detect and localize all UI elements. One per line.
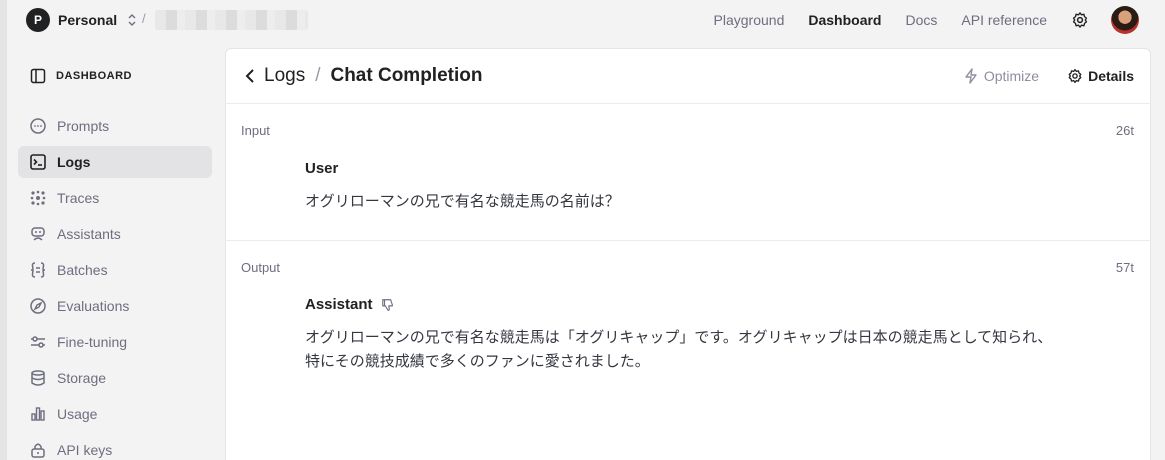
sidebar-item-prompts[interactable]: Prompts <box>18 110 212 142</box>
user-message: オグリローマンの兄で有名な競走馬の名前は？ <box>305 192 620 210</box>
sidebar-item-usage[interactable]: Usage <box>18 398 212 430</box>
compass-icon <box>30 298 46 314</box>
gear-icon <box>1068 69 1082 83</box>
optimize-label: Optimize <box>983 68 1040 84</box>
braces-icon <box>30 262 46 278</box>
breadcrumb-separator: / <box>142 11 146 26</box>
sidebar-item-label: Prompts <box>57 118 110 134</box>
header-actions: Optimize Details <box>963 68 1134 84</box>
details-label: Details <box>1088 68 1134 84</box>
sidebar-item-label: Storage <box>57 370 107 386</box>
user-role-label: User <box>305 160 338 177</box>
breadcrumb-separator: / <box>315 65 321 86</box>
role-name: User <box>305 160 339 177</box>
sidebar-item-label: Traces <box>57 190 100 206</box>
top-nav: Playground Dashboard Docs API reference <box>714 0 1165 40</box>
output-label: Output <box>241 260 281 275</box>
optimize-button[interactable]: Optimize <box>963 68 1039 84</box>
page-title: Chat Completion <box>330 65 483 86</box>
sidebar-item-label: Batches <box>57 262 108 278</box>
sidebar-item-label: Assistants <box>57 226 121 242</box>
lock-icon <box>31 443 45 458</box>
back-to-logs-link[interactable]: Logs <box>264 65 305 87</box>
thumbs-down-icon[interactable] <box>381 298 395 312</box>
nav-api-reference[interactable]: API reference <box>961 12 1047 28</box>
sidebar-item-evaluations[interactable]: Evaluations <box>18 290 212 322</box>
input-section: Input 26t User オグリローマンの兄で有名な競走馬の名前は？ <box>226 104 1150 241</box>
sidebar-item-label: Logs <box>57 154 91 170</box>
org-name: Personal <box>58 12 118 28</box>
window-edge <box>0 0 7 460</box>
sidebar-item-storage[interactable]: Storage <box>18 362 212 394</box>
traces-icon <box>30 190 46 206</box>
sidebar-item-fine-tuning[interactable]: Fine-tuning <box>18 326 212 358</box>
database-icon <box>31 370 45 386</box>
log-detail-panel: Logs / Chat Completion Optimize Details … <box>225 48 1151 460</box>
gear-icon[interactable] <box>1071 11 1089 29</box>
project-name-redacted[interactable] <box>155 10 308 30</box>
sidebar-item-label: Fine-tuning <box>57 334 128 350</box>
role-name: Assistant <box>305 296 373 313</box>
robot-icon <box>31 227 45 241</box>
org-switcher[interactable]: P Personal <box>26 8 137 32</box>
sidebar-item-logs[interactable]: Logs <box>18 146 212 178</box>
bar-chart-icon <box>31 407 45 421</box>
chevron-updown-icon <box>128 14 136 26</box>
sidebar-item-assistants[interactable]: Assistants <box>18 218 212 250</box>
assistant-role-label: Assistant <box>305 296 395 313</box>
nav-dashboard[interactable]: Dashboard <box>808 12 881 28</box>
sidebar-item-api-keys[interactable]: API keys <box>18 434 212 460</box>
terminal-icon <box>30 154 46 170</box>
sidebar-item-label: Usage <box>57 406 98 422</box>
sidebar-toggle-icon[interactable] <box>30 68 46 84</box>
breadcrumb: Logs / Chat Completion <box>242 65 482 87</box>
panel-header: Logs / Chat Completion Optimize Details <box>226 49 1150 104</box>
top-bar: P Personal / Playground Dashboard Docs A… <box>0 0 1165 40</box>
user-avatar[interactable] <box>1111 6 1139 34</box>
assistant-message-line-2: 特にその競技成績で多くのファンに愛されました。 <box>305 352 650 370</box>
assistant-message-line-1: オグリローマンの兄で有名な競走馬は「オグリキャップ」です。オグリキャップは日本の… <box>305 328 1053 346</box>
org-avatar: P <box>26 8 50 32</box>
chevron-left-icon[interactable] <box>242 66 258 86</box>
sidebar: DASHBOARD Prompts Logs Traces Assistants… <box>18 62 212 460</box>
nav-docs[interactable]: Docs <box>905 12 937 28</box>
sidebar-header[interactable]: DASHBOARD <box>18 62 212 90</box>
sidebar-item-label: API keys <box>57 442 113 458</box>
sidebar-item-traces[interactable]: Traces <box>18 182 212 214</box>
sidebar-list: Prompts Logs Traces Assistants Batches E… <box>18 110 212 460</box>
chat-bubble-icon <box>30 118 46 134</box>
sidebar-header-label: DASHBOARD <box>56 70 132 82</box>
details-button[interactable]: Details <box>1067 68 1134 84</box>
sliders-icon <box>31 336 45 348</box>
sidebar-item-label: Evaluations <box>57 298 130 314</box>
input-label: Input <box>241 123 270 138</box>
input-token-count: 26t <box>1115 123 1134 138</box>
nav-playground[interactable]: Playground <box>714 12 785 28</box>
sidebar-item-batches[interactable]: Batches <box>18 254 212 286</box>
output-token-count: 57t <box>1115 260 1134 275</box>
lightning-icon <box>965 68 977 84</box>
